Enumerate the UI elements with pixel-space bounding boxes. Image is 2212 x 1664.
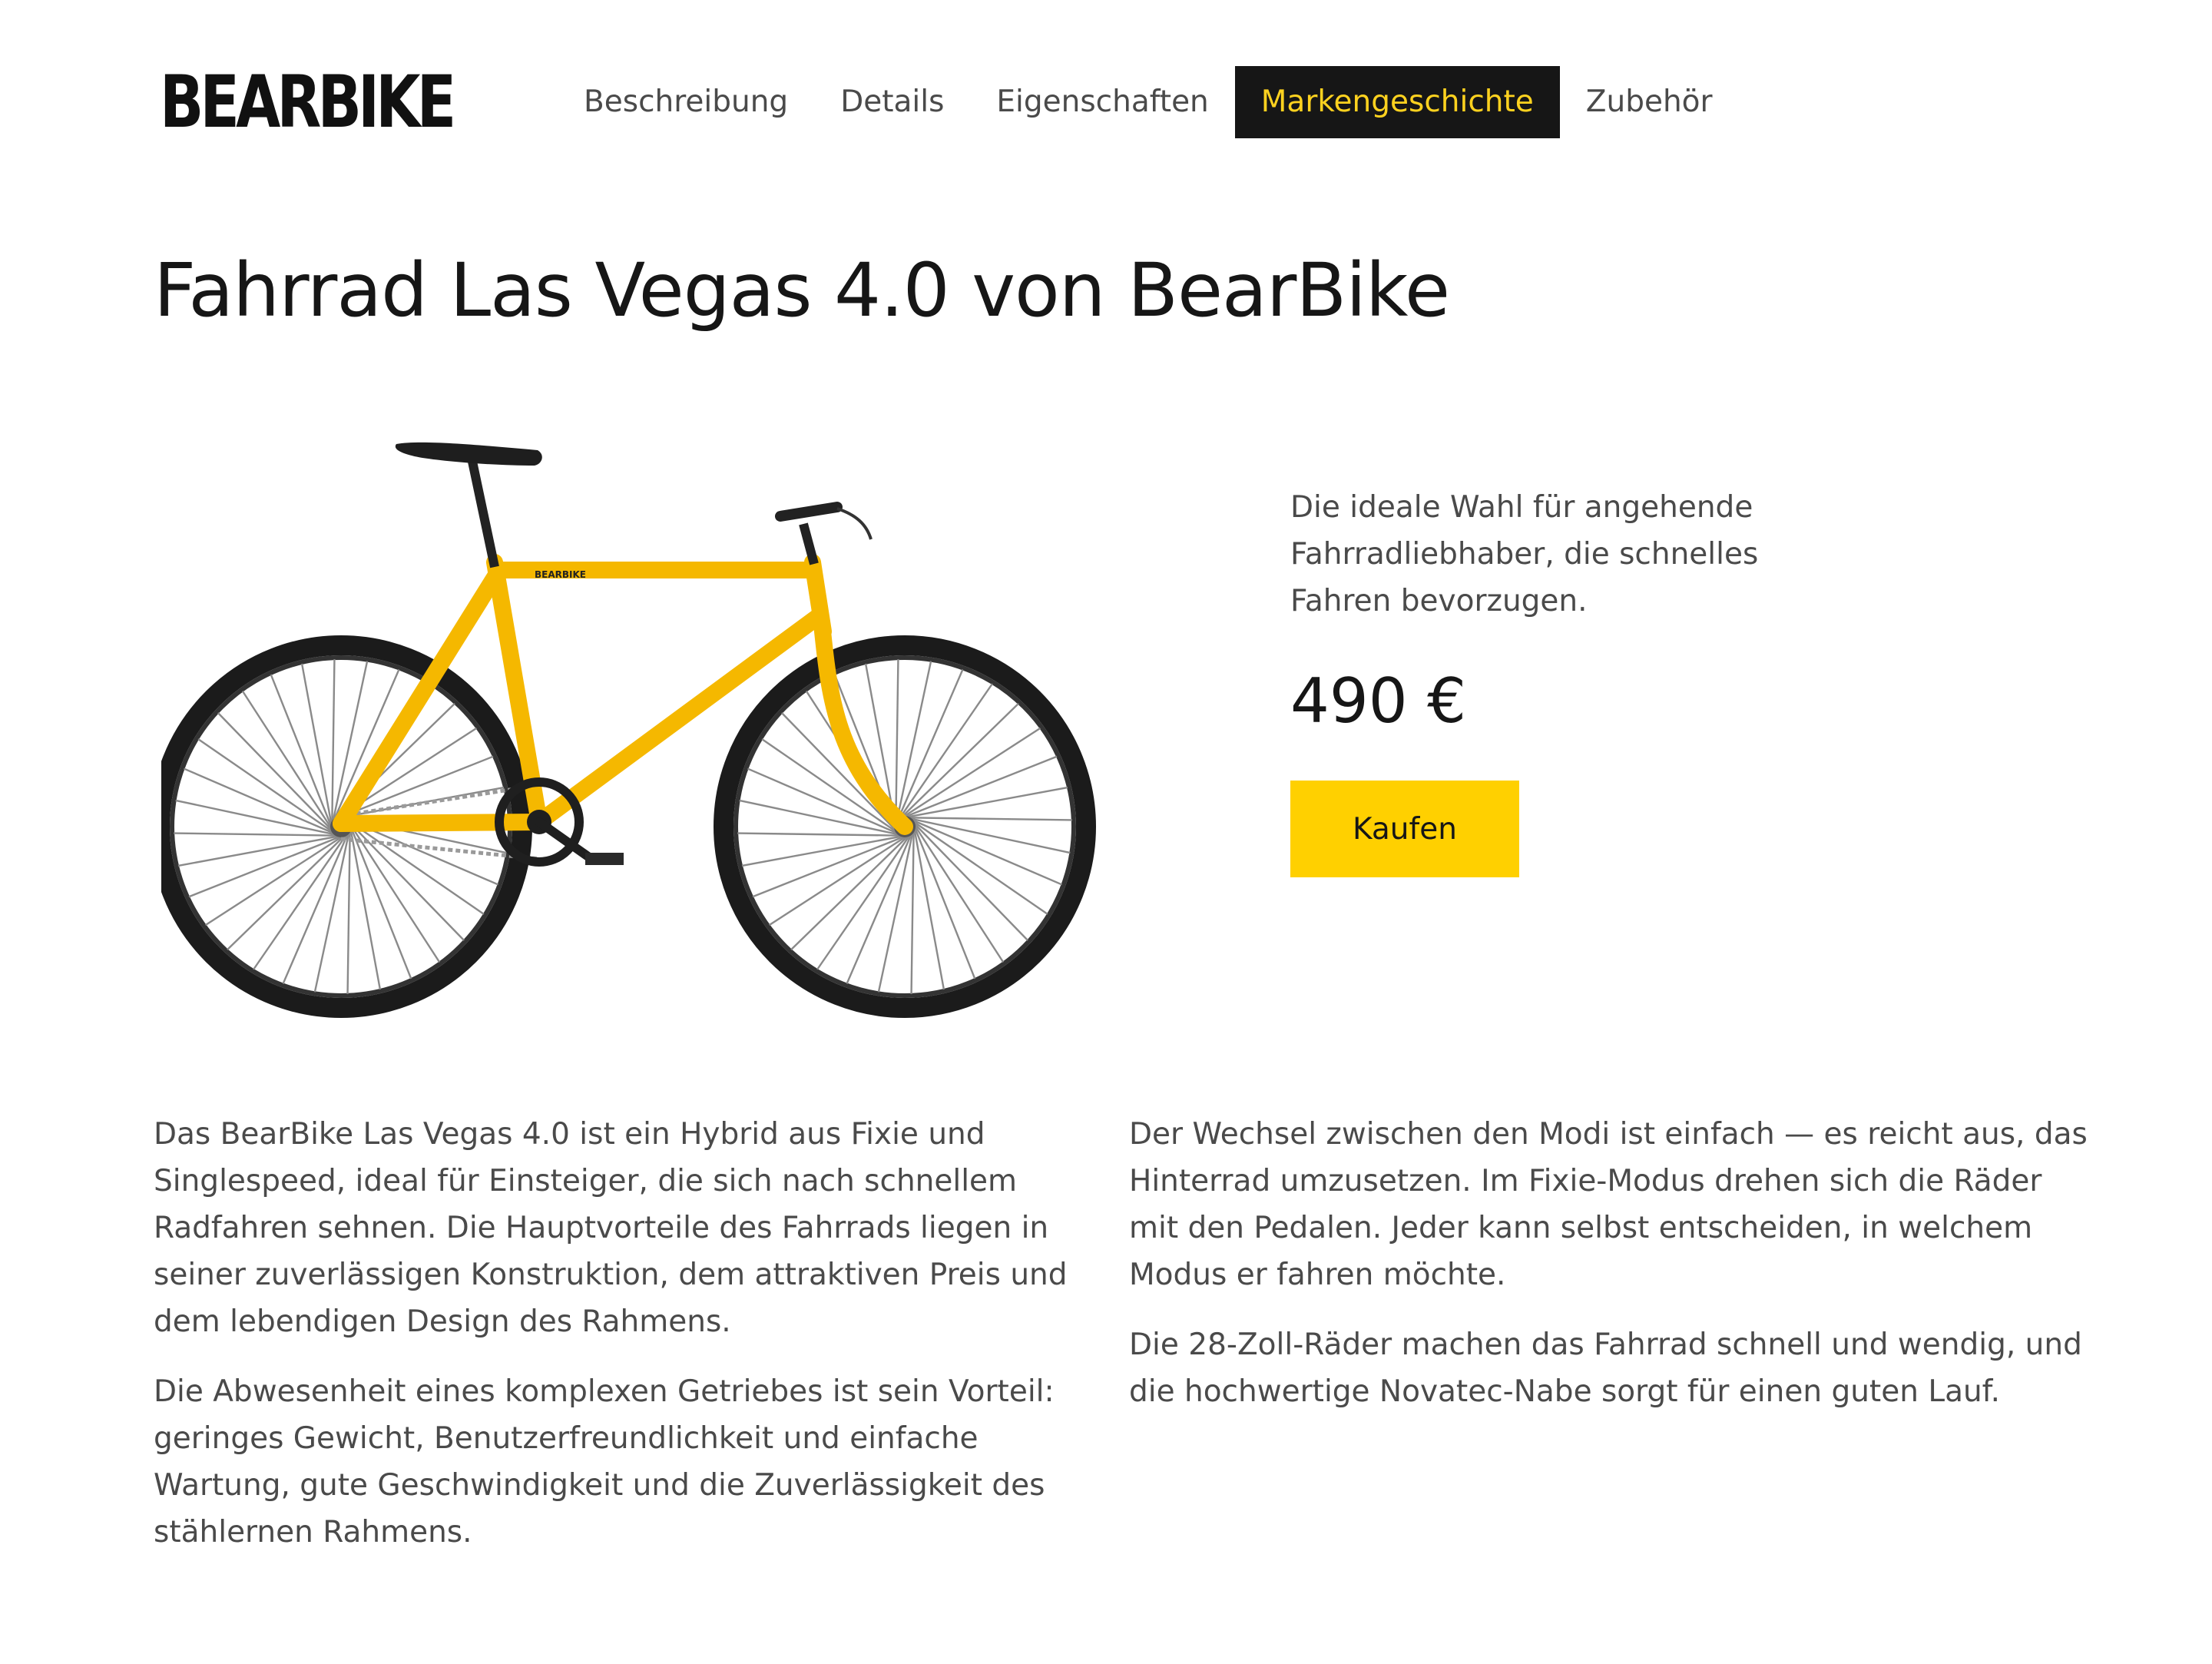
description-right: Der Wechsel zwischen den Modi ist einfac… xyxy=(1129,1111,2089,1438)
wheel-spoke xyxy=(790,830,913,950)
wheel-spoke xyxy=(909,818,1028,941)
wheel-spoke xyxy=(906,817,1063,886)
product-nav: Beschreibung Details Eigenschaften Marke… xyxy=(558,66,1739,138)
wheel-spoke xyxy=(188,833,347,898)
description-paragraph: Der Wechsel zwischen den Modi ist einfac… xyxy=(1129,1117,2088,1292)
nav-item-eigenschaften[interactable]: Eigenschaften xyxy=(970,66,1234,138)
frame-brand: BEARBIKE xyxy=(535,569,586,580)
wheel-spoke xyxy=(346,824,351,994)
wheel-spoke xyxy=(347,820,412,980)
product-price: 490 € xyxy=(1290,665,1467,737)
page-title: Fahrrad Las Vegas 4.0 von BearBike xyxy=(154,247,1450,333)
wheel-spoke xyxy=(737,832,907,837)
wheel-spoke xyxy=(217,712,337,835)
nav-item-details[interactable]: Details xyxy=(814,66,970,138)
description-paragraph: Die 28-Zoll-Räder machen das Fahrrad sch… xyxy=(1129,1328,2082,1409)
wheel-spoke xyxy=(174,832,343,837)
wheel-spoke xyxy=(895,668,964,826)
wheel-spoke xyxy=(752,833,911,898)
description-paragraph: Das BearBike Las Vegas 4.0 ist ein Hybri… xyxy=(154,1117,1068,1339)
product-tagline: Die ideale Wahl für angehende Fahrradlie… xyxy=(1290,490,1759,618)
nav-item-beschreibung[interactable]: Beschreibung xyxy=(558,66,814,138)
wheel-spoke xyxy=(331,659,336,829)
wheel-spoke xyxy=(896,703,1019,823)
wheel-spoke xyxy=(910,824,915,994)
page: BEARBIKE Beschreibung Details Eigenschaf… xyxy=(0,0,2212,1664)
wheel-spoke xyxy=(183,767,340,837)
wheel-spoke xyxy=(270,674,335,833)
wheel-spoke xyxy=(902,817,1072,821)
nav-item-markengeschichte[interactable]: Markengeschichte xyxy=(1234,66,1560,138)
wheel-spoke xyxy=(911,820,976,980)
wheel-spoke xyxy=(899,755,1058,820)
description-paragraph: Die Abwesenheit eines komplexen Getriebe… xyxy=(154,1374,1055,1550)
wheel-spoke xyxy=(846,827,915,985)
description-left: Das BearBike Las Vegas 4.0 ist ein Hybri… xyxy=(154,1111,1114,1579)
wheel-spoke xyxy=(345,818,465,941)
nav-item-zubehoer[interactable]: Zubehör xyxy=(1560,66,1739,138)
brand-name: BEARBIKE xyxy=(160,61,456,144)
wheel-spoke xyxy=(282,827,351,985)
wheel-spoke xyxy=(227,830,349,950)
bicycle-image: BEARBIKE xyxy=(161,442,1096,1018)
buy-button[interactable]: Kaufen xyxy=(1290,781,1519,877)
brand-logo[interactable]: BEARBIKE xyxy=(154,60,469,146)
wheel-spoke xyxy=(895,659,899,829)
